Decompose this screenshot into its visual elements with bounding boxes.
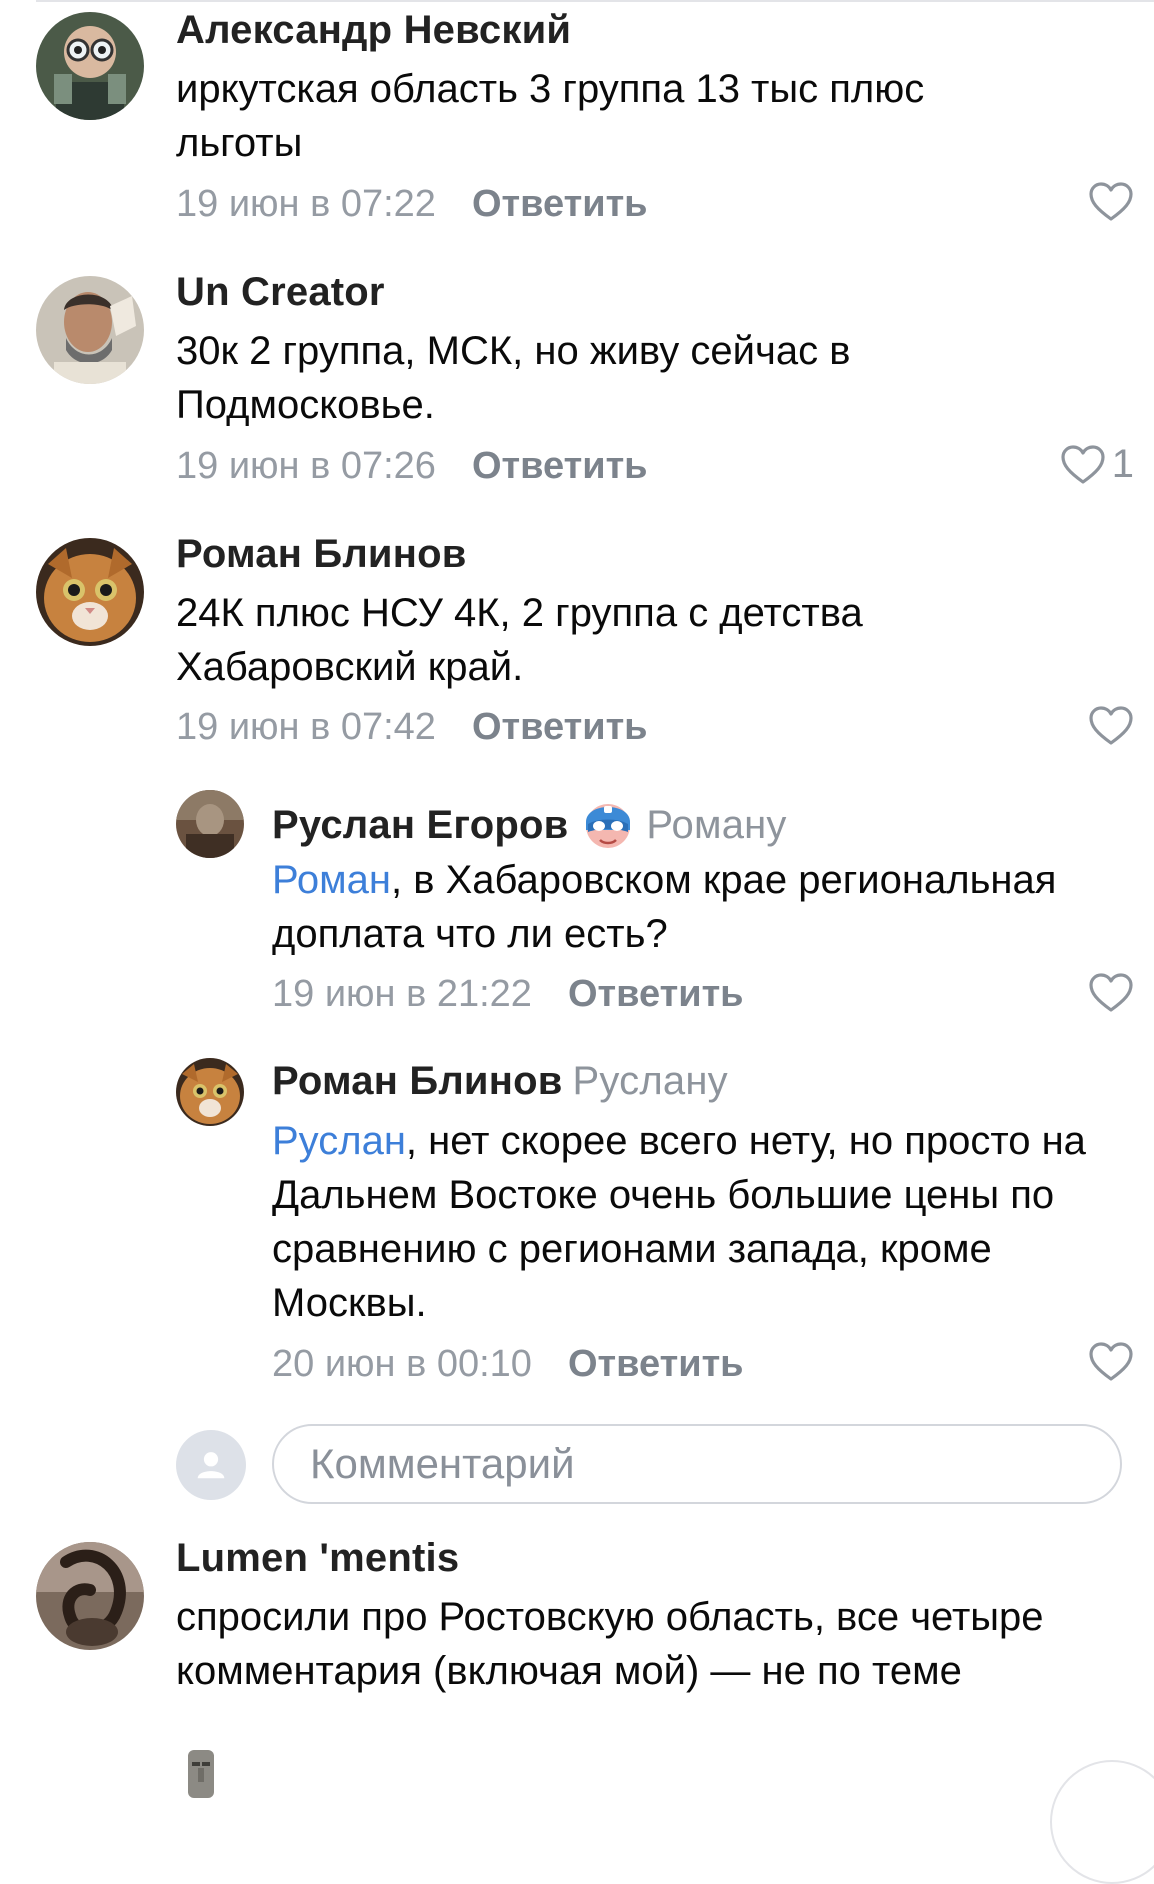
comment-meta: 19 июн в 07:42 Ответить xyxy=(176,706,648,749)
heart-icon xyxy=(1089,706,1133,745)
comment-input[interactable] xyxy=(272,1424,1122,1504)
avatar[interactable] xyxy=(36,1542,144,1650)
comment-text: 30к 2 группа, МСК, но живу сейчас в Подм… xyxy=(176,329,851,427)
reply-button[interactable]: Ответить xyxy=(472,706,648,748)
comment-author[interactable]: Александр Невский xyxy=(176,8,571,53)
comment-time: 19 июн в 07:26 xyxy=(176,445,436,487)
comment-meta: 19 июн в 07:22 Ответить xyxy=(176,183,648,226)
avatar[interactable] xyxy=(176,1058,244,1126)
avatar[interactable] xyxy=(36,12,144,120)
reply-addressee[interactable]: Руслану xyxy=(573,1059,728,1103)
comment-text: иркутская область 3 группа 13 тыс плюс л… xyxy=(176,67,925,165)
reply-button[interactable]: Ответить xyxy=(472,183,648,225)
mention-link[interactable]: Руслан xyxy=(272,1119,406,1163)
reply-addressee[interactable]: Роману xyxy=(646,803,786,847)
moai-emoji-icon xyxy=(188,1750,214,1798)
comment-time: 19 июн в 07:22 xyxy=(176,183,436,225)
comment-author[interactable]: Роман Блинов xyxy=(272,1059,563,1103)
heart-icon xyxy=(1089,973,1133,1012)
comment-meta: 19 июн в 07:26 Ответить xyxy=(176,445,648,488)
comment-author[interactable]: Lumen 'mentis xyxy=(176,1536,459,1581)
comment-author[interactable]: Роман Блинов xyxy=(176,532,467,577)
comment-meta: 19 июн в 21:22 Ответить xyxy=(272,973,744,1016)
like-button[interactable]: 1 xyxy=(1060,442,1134,487)
like-count: 1 xyxy=(1111,442,1134,486)
scroll-to-top-button[interactable] xyxy=(1050,1760,1154,1884)
avatar[interactable] xyxy=(36,276,144,384)
captain-mask-icon xyxy=(580,792,636,852)
comment-text: спросили про Ростовскую область, все чет… xyxy=(176,1595,1044,1693)
current-user-avatar xyxy=(176,1430,246,1500)
mention-link[interactable]: Роман xyxy=(272,858,391,902)
like-button[interactable] xyxy=(1088,182,1134,222)
reply-button[interactable]: Ответить xyxy=(568,973,744,1015)
reply-text: Роман, в Хабаровском крае региональная д… xyxy=(272,853,1142,961)
comment-author[interactable]: Un Creator xyxy=(176,270,385,315)
top-divider xyxy=(36,0,1154,2)
user-icon xyxy=(197,1452,225,1479)
heart-icon xyxy=(1061,444,1105,484)
avatar[interactable] xyxy=(176,790,244,858)
comment-time: 20 июн в 00:10 xyxy=(272,1343,532,1385)
comment-time: 19 июн в 07:42 xyxy=(176,706,436,748)
comment-meta: 20 июн в 00:10 Ответить xyxy=(272,1343,744,1386)
avatar[interactable] xyxy=(36,538,144,646)
heart-icon xyxy=(1089,182,1133,221)
reply-button[interactable]: Ответить xyxy=(568,1343,744,1385)
reply-author-line: Руслан Егоров Роману xyxy=(272,792,787,852)
reply-author-line: Роман Блинов Руслану xyxy=(272,1059,728,1104)
like-button[interactable] xyxy=(1088,1342,1134,1382)
reply-text: Руслан, нет скорее всего нету, но просто… xyxy=(272,1114,1142,1330)
comment-text: 24К плюс НСУ 4К, 2 группа с детства Хаба… xyxy=(176,591,863,689)
like-button[interactable] xyxy=(1088,706,1134,746)
heart-icon xyxy=(1089,1342,1133,1381)
like-button[interactable] xyxy=(1088,973,1134,1013)
comment-author[interactable]: Руслан Егоров xyxy=(272,803,568,847)
reply-button[interactable]: Ответить xyxy=(472,445,648,487)
comment-time: 19 июн в 21:22 xyxy=(272,973,532,1015)
